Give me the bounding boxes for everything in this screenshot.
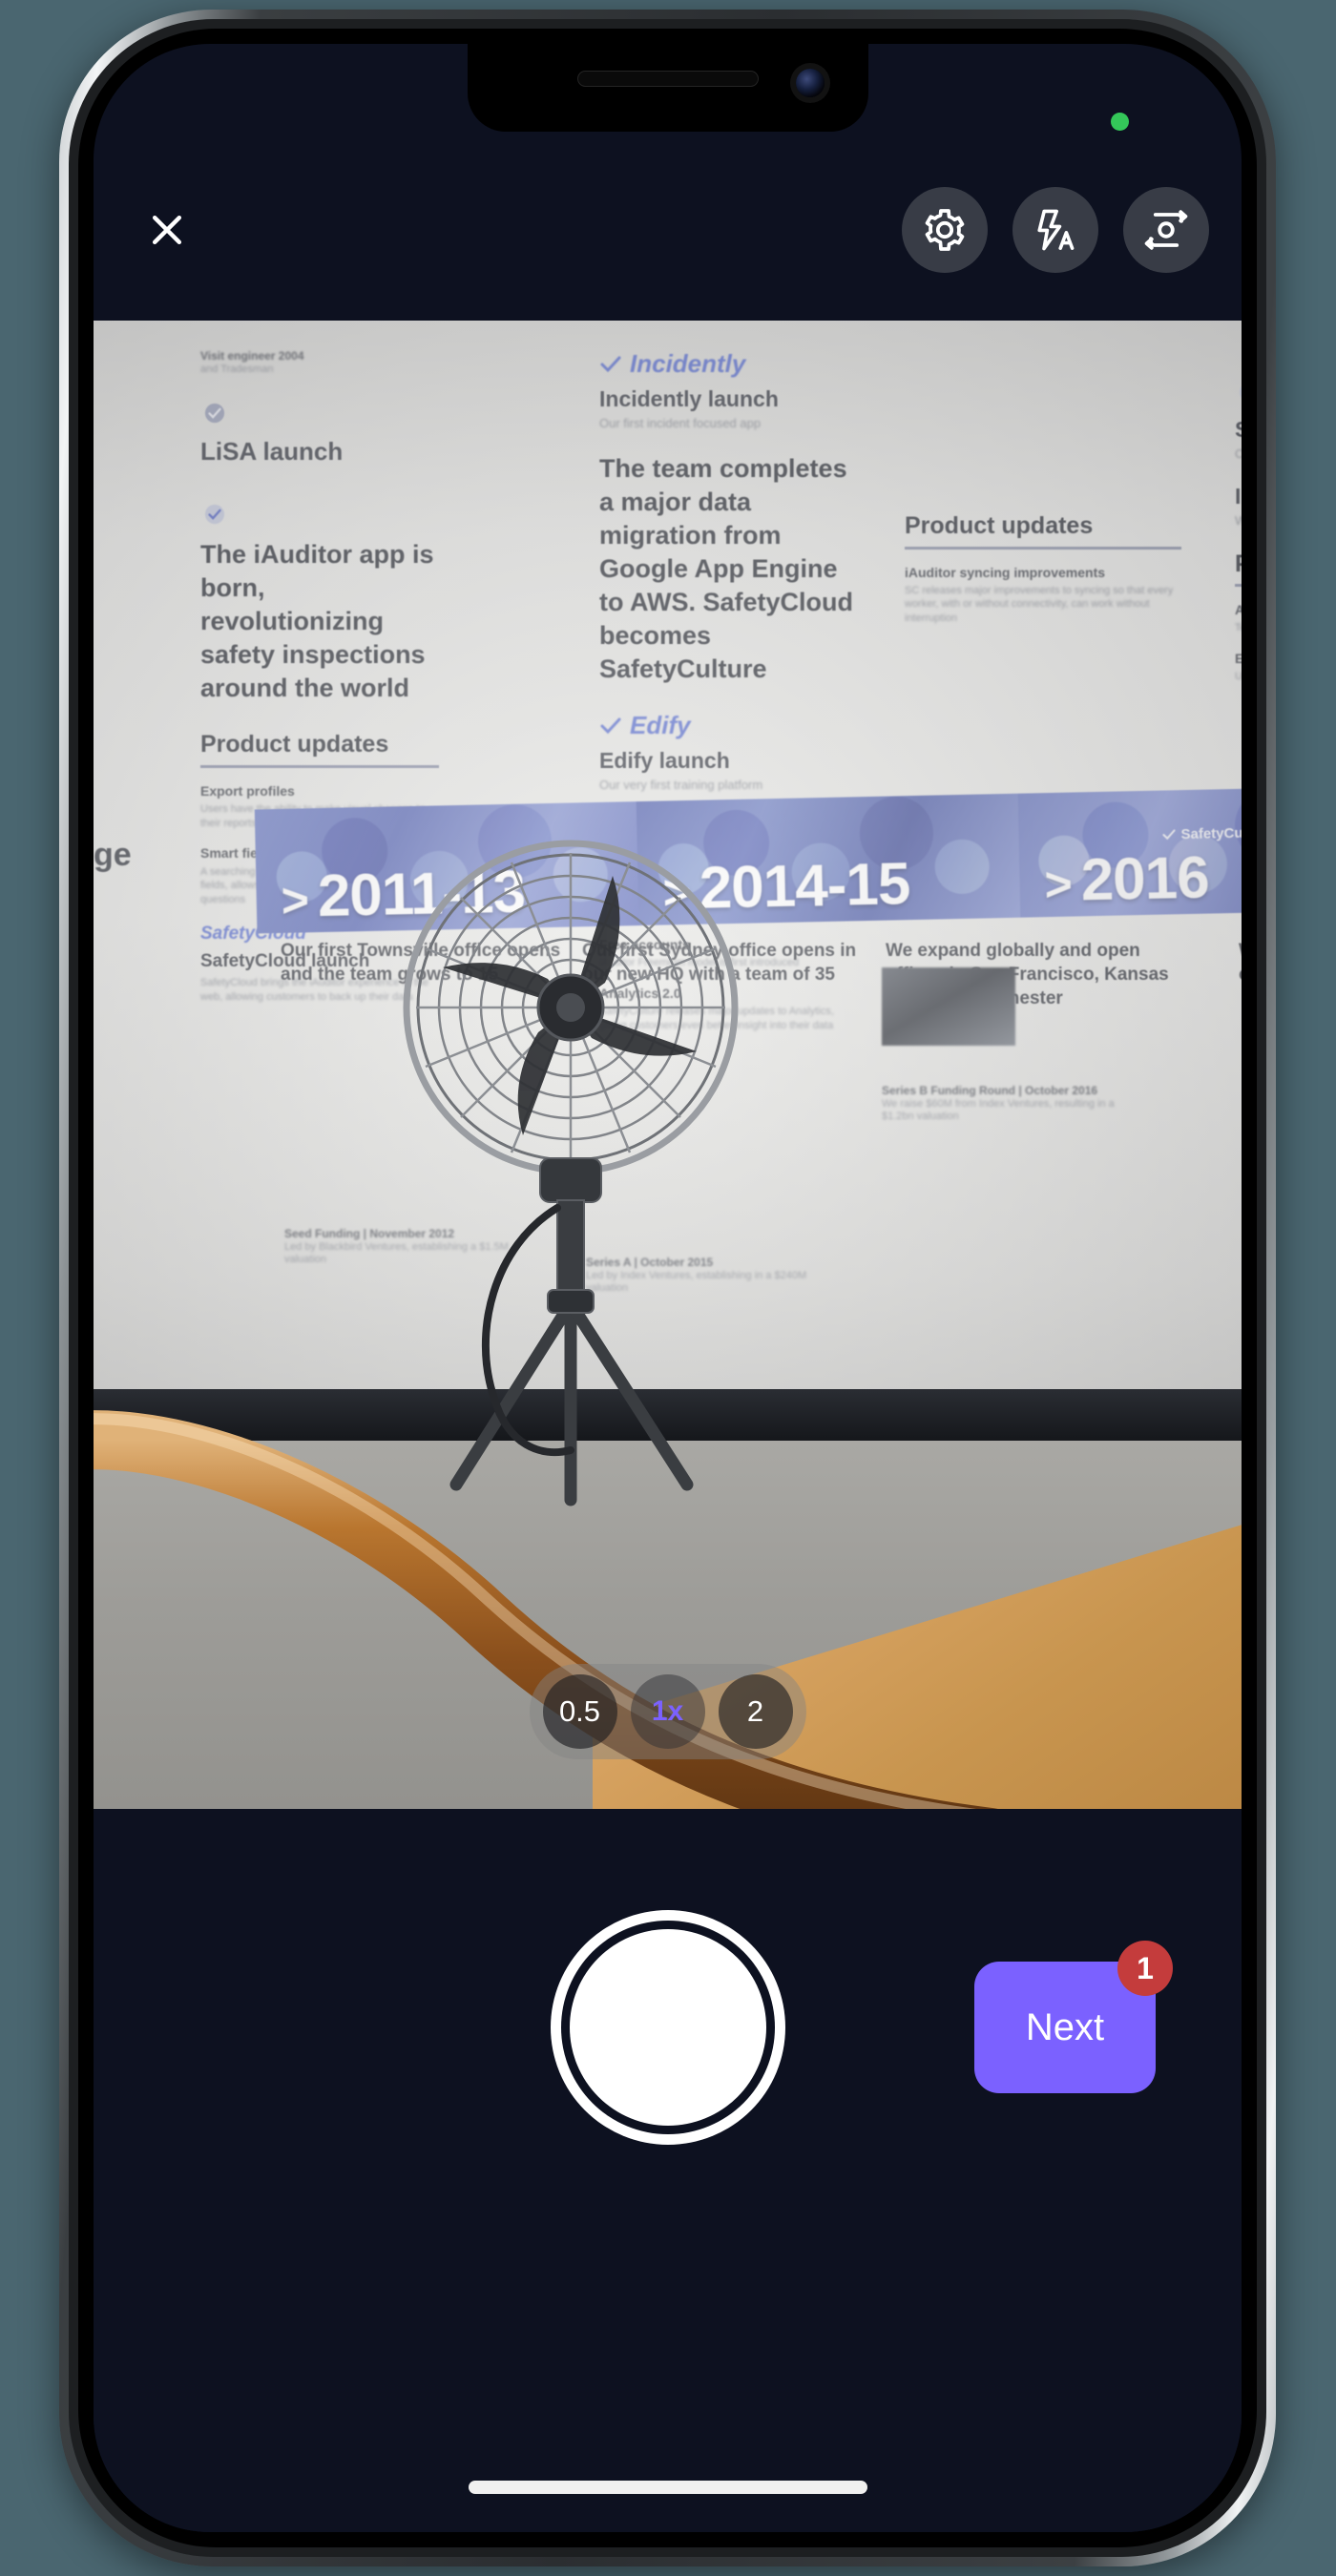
settings-button[interactable]: [902, 187, 988, 273]
poster-incidently-sub: Our first incident focused app: [599, 415, 762, 430]
poster-brand-label: Incidently: [630, 349, 746, 378]
phone-screen: Visit engineer 2004 and Tradesman LiSA l…: [94, 44, 1242, 2532]
poster-pretitle: Visit engineer 2004: [200, 349, 304, 363]
band-year-label: 2016: [1079, 844, 1210, 914]
poster-pretitle-sub: and Tradesman: [200, 363, 274, 375]
check-icon: [600, 356, 621, 373]
poster-item-title: iAuditor syncing improvements: [905, 564, 1106, 580]
shutter-button[interactable]: [569, 1929, 766, 2126]
poster-item-body: Teams are able to act on what's importan…: [1235, 622, 1242, 634]
front-camera-icon: [795, 69, 825, 97]
safetyculture-logo-label: SafetyCulture: [1180, 824, 1242, 843]
poster-intercom-sub: We rebuilt the business: [1235, 512, 1242, 528]
check-icon: [1162, 829, 1176, 841]
chevron-icon: >: [281, 873, 309, 927]
notch: [467, 44, 868, 132]
poster-brand-label: Edify: [630, 711, 691, 740]
flash-button[interactable]: [1012, 187, 1098, 273]
wooden-floor-section: [593, 1513, 1242, 1809]
flip-camera-button[interactable]: [1123, 187, 1209, 273]
poster-fr-section-title: Product updates: [1235, 550, 1242, 579]
phone-frame: Visit engineer 2004 and Tradesman LiSA l…: [59, 10, 1276, 2566]
timeline-caption: We expand further by opening: [1239, 939, 1242, 987]
poster-column-far-right: Spotlight Our first Intercom We rebuilt …: [1235, 378, 1242, 699]
poster-mid-statement: The team completes a major data migratio…: [599, 453, 854, 684]
poster-column-right: Product updates iAuditor syncing improve…: [905, 511, 1181, 641]
poster-spotlight-sub: Our first: [1235, 447, 1242, 462]
poster-edify-sub: Our very first training platform: [599, 778, 763, 793]
poster-right-section-title: Product updates: [905, 512, 1094, 539]
next-badge-count: 1: [1117, 1941, 1173, 1996]
zoom-option-2x[interactable]: 2: [718, 1674, 793, 1749]
zoom-level-selector[interactable]: 0.5 1x 2: [529, 1664, 806, 1759]
divider: [905, 546, 1181, 550]
poster-item-title: Export profiles: [200, 782, 295, 799]
camera-top-controls: [94, 139, 1242, 321]
divider: [200, 764, 439, 768]
poster-left-statement: The iAuditor app is born, revolutionizin…: [200, 539, 434, 703]
poster-item-title: External access: [1235, 651, 1242, 667]
poster-brand-edify: Edify: [599, 711, 857, 741]
camera-options-group: [902, 187, 1209, 273]
close-button[interactable]: [132, 195, 202, 265]
close-icon: [152, 215, 182, 245]
zoom-option-0-5x[interactable]: 0.5: [542, 1674, 617, 1749]
chevron-icon: >: [1044, 857, 1073, 912]
poster-spotlight-heading: Spotlight: [1235, 416, 1242, 443]
footnote-title: Series B Funding Round | October 2016: [882, 1084, 1098, 1097]
camera-flip-icon: [1144, 210, 1188, 250]
poster-partial-text: ge: [94, 837, 132, 873]
poster-item-title: Actions: [1235, 602, 1242, 618]
check-icon: [600, 717, 621, 735]
timeline-band: SafetyCulture SafetyCulture > 2016: [1017, 785, 1242, 918]
poster-item-body: SC releases major improvements to syncin…: [905, 584, 1174, 625]
camera-privacy-indicator: [1111, 113, 1129, 131]
poster-incidently-heading: Incidently launch: [599, 385, 779, 411]
poster-lisa-heading: LiSA launch: [200, 437, 344, 467]
check-badge-icon: [1235, 378, 1242, 406]
check-badge-icon: [200, 500, 229, 529]
speaker-grille-icon: [576, 71, 759, 87]
pedestal-fan: [403, 840, 739, 1506]
poster-intercom-heading: Intercom: [1235, 483, 1242, 509]
poster-brand-incidently: Incidently: [599, 349, 857, 380]
gear-icon: [925, 209, 965, 251]
poster-footnote: Series B Funding Round | October 2016 We…: [882, 1084, 1149, 1123]
band-year: > 2016: [1044, 844, 1210, 916]
camera-viewfinder[interactable]: Visit engineer 2004 and Tradesman LiSA l…: [94, 321, 1242, 1809]
next-button-wrapper: Next 1: [974, 1941, 1173, 2093]
camera-bottom-bar: Next 1: [94, 1809, 1242, 2532]
check-badge-icon: [200, 399, 229, 427]
home-indicator[interactable]: [468, 2481, 867, 2494]
zoom-option-1x[interactable]: 1x: [630, 1674, 705, 1749]
poster-left-section-title: Product updates: [200, 731, 389, 758]
divider: [1235, 584, 1242, 588]
poster-edify-heading: Edify launch: [599, 748, 730, 773]
flash-auto-icon: [1037, 209, 1075, 251]
footnote-body: We raise $60M from Index Ventures, resul…: [882, 1097, 1115, 1123]
safetyculture-logo: SafetyCulture: [1161, 824, 1242, 842]
poster-item-body: Users can now share: [1235, 671, 1242, 683]
poster-team-photo: [882, 967, 1015, 1046]
